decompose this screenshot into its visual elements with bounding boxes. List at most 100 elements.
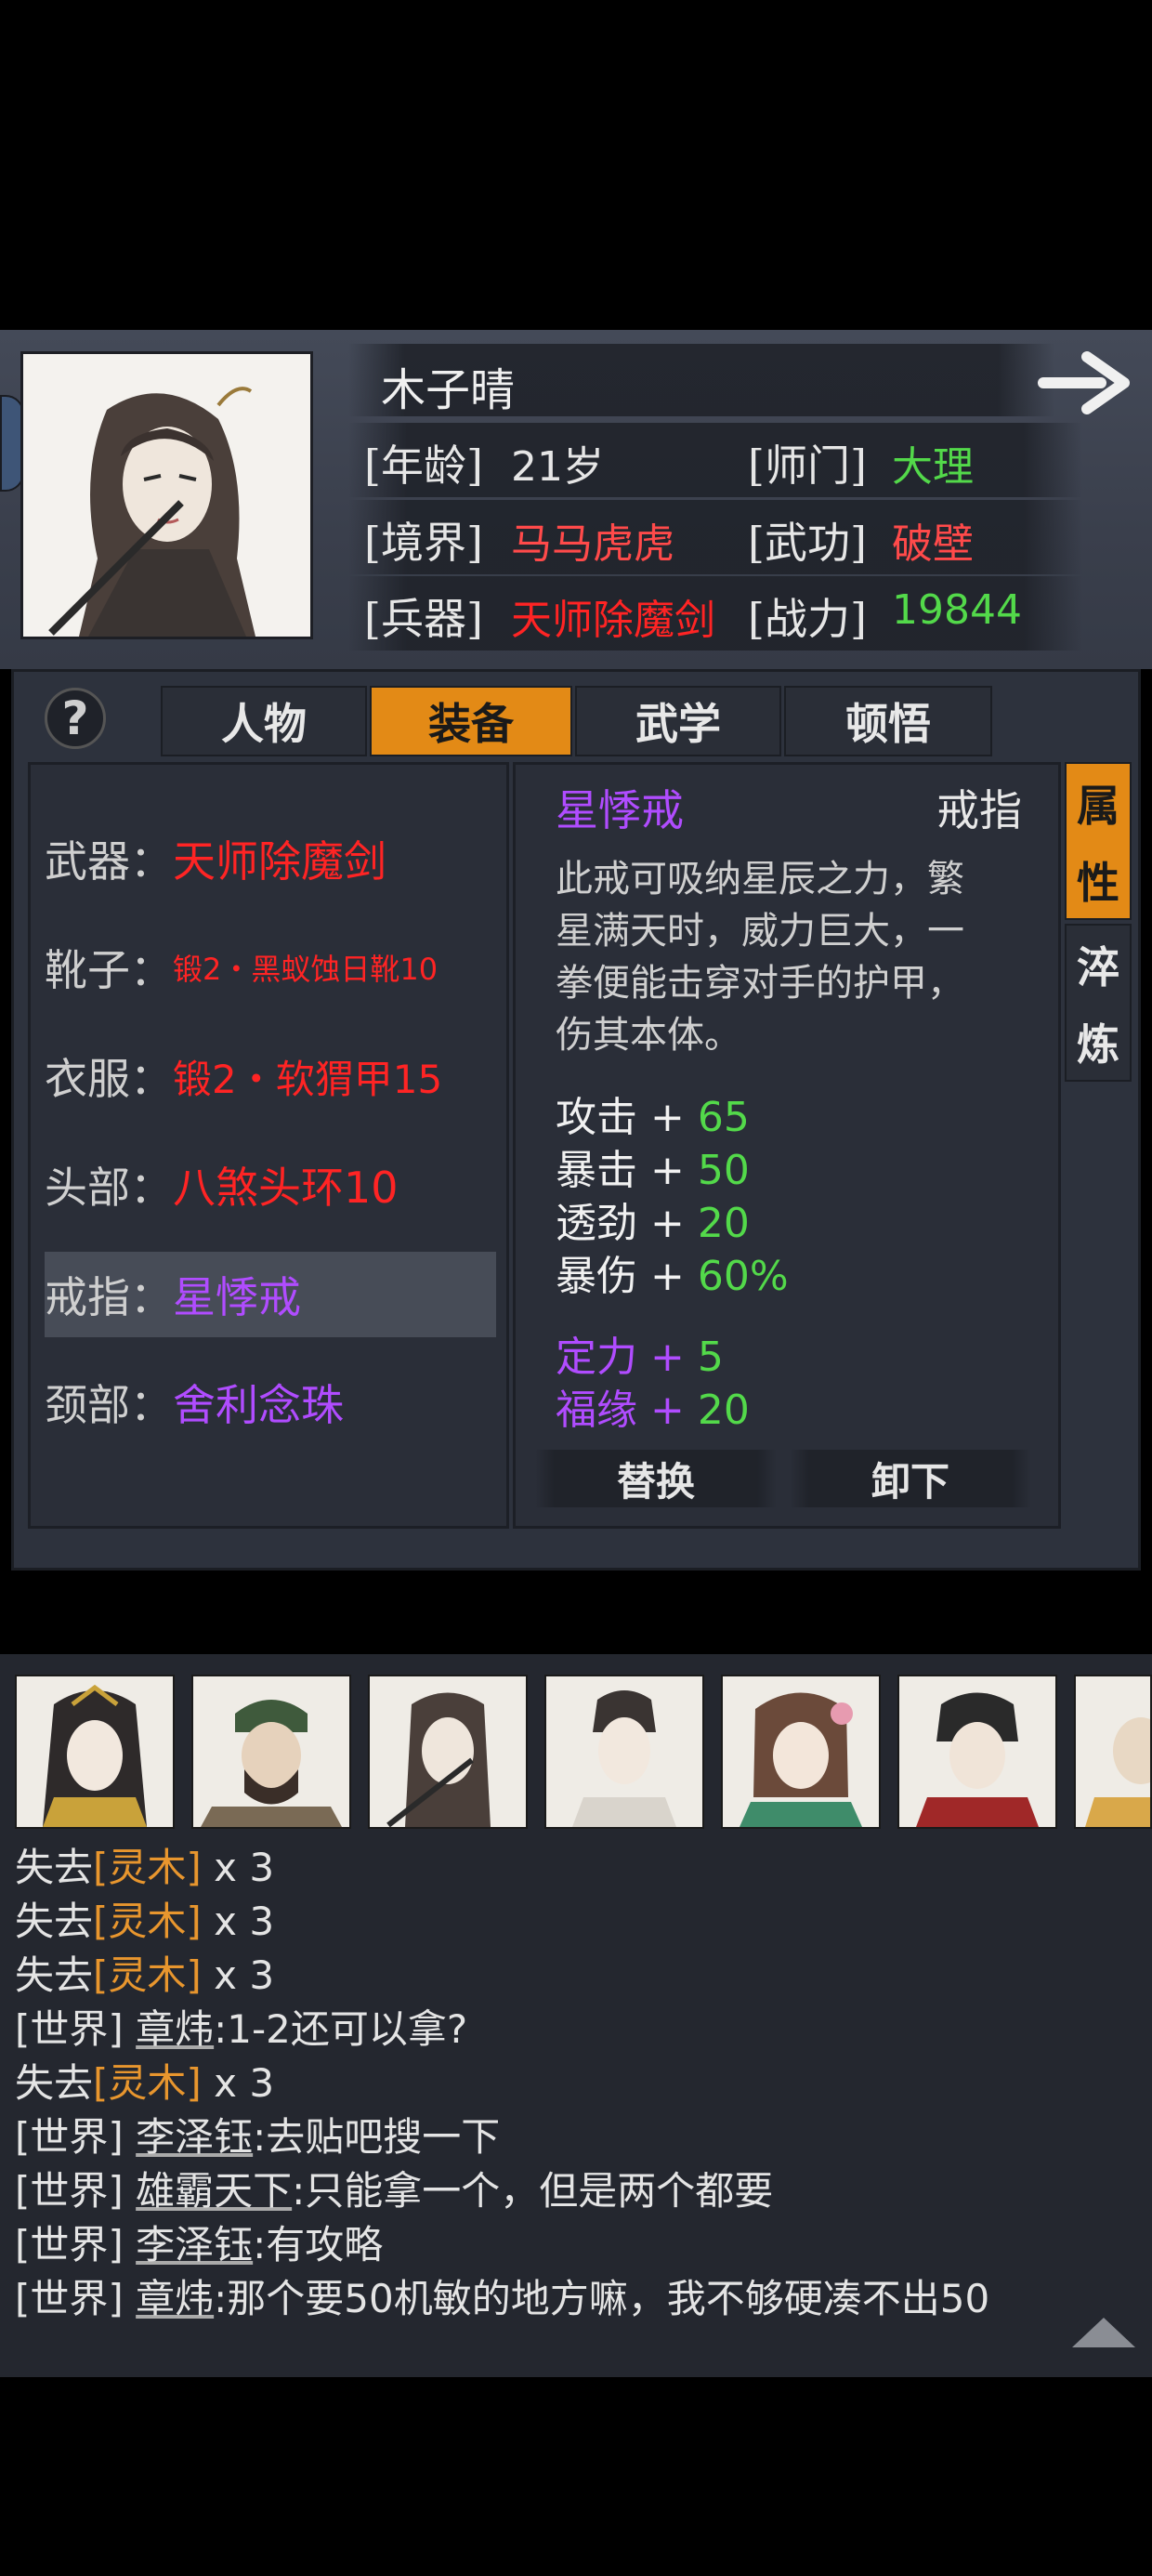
chat-user-link[interactable]: 章炜 bbox=[136, 2006, 214, 2052]
slot-boots-key: 靴子： bbox=[45, 945, 173, 995]
slot-clothes-value: 锻2・软猬甲15 bbox=[173, 1056, 443, 1102]
side-tab-char: 属 bbox=[1077, 780, 1119, 831]
stat-name: 攻击 bbox=[556, 1094, 637, 1141]
slot-ring[interactable]: 戒指： 星悸戒 bbox=[45, 1252, 496, 1337]
slot-weapon[interactable]: 武器： 天师除魔剑 bbox=[45, 816, 496, 901]
stat-name: 暴伤 bbox=[556, 1253, 637, 1300]
stat-value: 50 bbox=[697, 1147, 750, 1194]
stat-penetration: 透劲 + 20 bbox=[556, 1189, 750, 1249]
stat-name: 透劲 bbox=[556, 1200, 637, 1247]
unequip-button[interactable]: 卸下 bbox=[790, 1450, 1031, 1507]
chat-line: [世界] 章炜:1-2还可以拿? bbox=[15, 2006, 468, 2052]
chat-line: 失去[灵木] x 3 bbox=[15, 1952, 275, 1998]
stat-plus: + bbox=[650, 1387, 685, 1434]
roster-character[interactable] bbox=[897, 1675, 1057, 1829]
martial-label: [武功] bbox=[748, 518, 867, 568]
roster-character[interactable] bbox=[191, 1675, 351, 1829]
slot-weapon-value: 天师除魔剑 bbox=[173, 836, 386, 887]
stat-crit-damage: 暴伤 + 60% bbox=[556, 1242, 789, 1302]
help-icon: ? bbox=[61, 691, 89, 745]
chat-line: 失去[灵木] x 3 bbox=[15, 1899, 275, 1944]
description-line: 伤其本体。 bbox=[556, 1014, 741, 1057]
roster-character[interactable] bbox=[544, 1675, 704, 1829]
slot-neck-value: 舍利念珠 bbox=[173, 1380, 344, 1430]
slot-neck-key: 颈部： bbox=[45, 1380, 173, 1430]
weapon-value: 天师除魔剑 bbox=[511, 597, 715, 644]
description-line: 星满天时，威力巨大，一 bbox=[556, 910, 964, 953]
unequip-label: 卸下 bbox=[871, 1458, 949, 1505]
stat-plus: + bbox=[650, 1094, 685, 1141]
chat-line: [世界] 李泽钰:去贴吧搜一下 bbox=[15, 2114, 501, 2160]
roster-character[interactable] bbox=[15, 1675, 175, 1829]
stat-value: 5 bbox=[697, 1334, 724, 1381]
chat-line: [世界] 雄霸天下:只能拿一个，但是两个都要 bbox=[15, 2168, 774, 2214]
stat-value: 60% bbox=[697, 1253, 789, 1300]
tab-equipment[interactable]: 装备 bbox=[370, 686, 572, 756]
item-type: 戒指 bbox=[936, 785, 1022, 835]
tab-martial-arts[interactable]: 武学 bbox=[575, 686, 781, 756]
slot-boots[interactable]: 靴子： 锻2・黑蚁蚀日靴10 bbox=[45, 925, 496, 1010]
side-tab-char: 炼 bbox=[1077, 1019, 1119, 1070]
chat-user-link[interactable]: 章炜 bbox=[136, 2276, 214, 2321]
slot-head[interactable]: 头部： 八煞头环10 bbox=[45, 1142, 496, 1228]
chat-user-link[interactable]: 李泽钰 bbox=[136, 2222, 253, 2267]
stat-plus: + bbox=[650, 1253, 685, 1300]
stat-plus: + bbox=[650, 1334, 685, 1381]
stat-value: 65 bbox=[697, 1094, 750, 1141]
description-line: 拳便能击穿对手的护甲， bbox=[556, 962, 964, 1005]
description-line: 此戒可吸纳星辰之力，繁 bbox=[556, 858, 964, 900]
chat-line: [世界] 章炜:那个要50机敏的地方嘛，我不够硬凑不出50 bbox=[15, 2276, 990, 2321]
sect-label: [师门] bbox=[748, 440, 867, 491]
stat-attack: 攻击 + 65 bbox=[556, 1084, 750, 1143]
age-value: 21岁 bbox=[511, 443, 604, 491]
slot-clothes-key: 衣服： bbox=[45, 1054, 173, 1104]
character-name: 木子晴 bbox=[381, 364, 516, 416]
realm-label: [境界] bbox=[364, 518, 483, 568]
roster-character[interactable] bbox=[1074, 1675, 1152, 1829]
slot-head-value: 八煞头环10 bbox=[173, 1163, 399, 1213]
weapon-label: [兵器] bbox=[364, 594, 483, 644]
help-button[interactable]: ? bbox=[45, 688, 106, 749]
slot-boots-value: 锻2・黑蚁蚀日靴10 bbox=[173, 952, 439, 987]
tab-enlightenment[interactable]: 顿悟 bbox=[784, 686, 992, 756]
stat-plus: + bbox=[650, 1147, 685, 1194]
side-tab-attributes[interactable]: 属 性 bbox=[1065, 762, 1132, 920]
character-portrait bbox=[20, 351, 313, 639]
roster-character[interactable] bbox=[721, 1675, 881, 1829]
stat-value: 20 bbox=[697, 1387, 750, 1434]
chat-user-link[interactable]: 李泽钰 bbox=[136, 2114, 253, 2160]
slot-ring-value: 星悸戒 bbox=[173, 1272, 301, 1322]
slot-weapon-key: 武器： bbox=[45, 836, 173, 887]
power-label: [战力] bbox=[748, 594, 867, 644]
slot-ring-key: 戒指： bbox=[45, 1272, 173, 1322]
martial-value: 破壁 bbox=[892, 520, 974, 568]
tab-character[interactable]: 人物 bbox=[161, 686, 367, 756]
chat-user-link[interactable]: 雄霸天下 bbox=[136, 2168, 292, 2214]
stat-fortune: 福缘 + 20 bbox=[556, 1376, 750, 1436]
stat-value: 20 bbox=[697, 1200, 750, 1247]
side-tab-char: 淬 bbox=[1077, 941, 1119, 992]
chat-line: 失去[灵木] x 3 bbox=[15, 1845, 275, 1890]
power-value: 19844 bbox=[892, 586, 1022, 634]
slot-clothes[interactable]: 衣服： 锻2・软猬甲15 bbox=[45, 1033, 496, 1119]
replace-button[interactable]: 替换 bbox=[535, 1450, 777, 1507]
side-tab-refine[interactable]: 淬 炼 bbox=[1065, 924, 1132, 1082]
replace-label: 替换 bbox=[616, 1458, 695, 1505]
slot-neck[interactable]: 颈部： 舍利念珠 bbox=[45, 1360, 496, 1445]
stat-plus: + bbox=[650, 1200, 685, 1247]
side-tab-char: 性 bbox=[1077, 857, 1119, 908]
stat-name: 定力 bbox=[556, 1334, 637, 1381]
sect-value: 大理 bbox=[892, 443, 974, 491]
slot-head-key: 头部： bbox=[45, 1163, 173, 1213]
item-description: 此戒可吸纳星辰之力，繁 星满天时，威力巨大，一 拳便能击穿对手的护甲， 伤其本体… bbox=[556, 853, 1039, 1061]
stat-name: 福缘 bbox=[556, 1387, 637, 1434]
chat-line: [世界] 李泽钰:有攻略 bbox=[15, 2222, 384, 2267]
roster-character[interactable] bbox=[368, 1675, 528, 1829]
chat-line: 失去[灵木] x 3 bbox=[15, 2060, 275, 2106]
expand-chat-icon[interactable] bbox=[1068, 2314, 1139, 2351]
age-label: [年龄] bbox=[364, 440, 483, 491]
item-name: 星悸戒 bbox=[556, 785, 684, 835]
stat-crit: 暴击 + 50 bbox=[556, 1137, 750, 1196]
realm-value: 马马虎虎 bbox=[511, 520, 674, 568]
next-arrow-icon[interactable] bbox=[1036, 346, 1138, 420]
